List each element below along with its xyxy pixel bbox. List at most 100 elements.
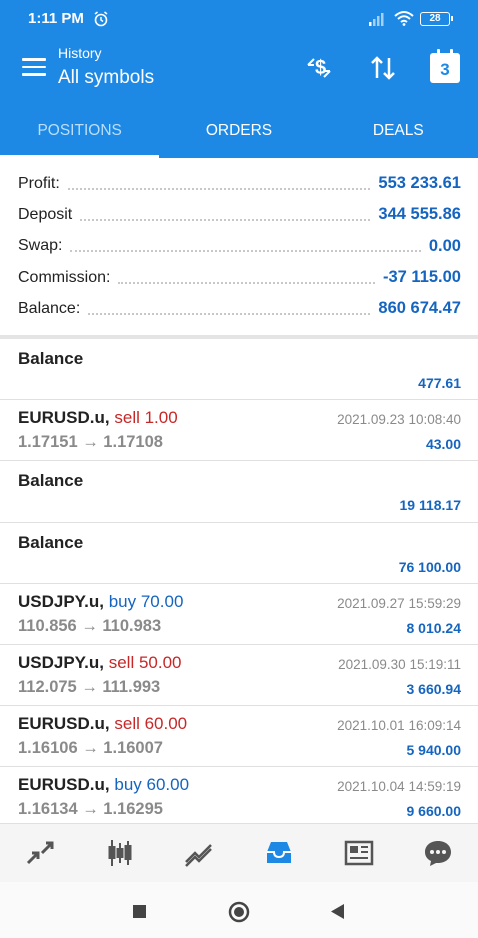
symbol-name: EURUSD.u, — [18, 408, 110, 428]
deal-profit: 3 660.94 — [406, 680, 462, 697]
deal-symbol: USDJPY.u, buy 70.00 — [18, 592, 183, 612]
summary-value: 344 555.86 — [378, 205, 461, 224]
summary-value: -37 115.00 — [383, 268, 461, 287]
deal-time: 2021.09.23 10:08:40 — [337, 412, 461, 428]
dotted-leader — [70, 240, 421, 253]
symbol-name: EURUSD.u, — [18, 714, 110, 734]
account-summary: Profit: 553 233.61 Deposit 344 555.86 Sw… — [0, 168, 478, 324]
list-item[interactable]: USDJPY.u, buy 70.00 110.856 → 110.983 20… — [0, 584, 478, 645]
sort-icon[interactable] — [367, 52, 399, 84]
list-item[interactable]: Balance 477.61 — [0, 339, 478, 401]
symbol-name: USDJPY.u, — [18, 591, 104, 611]
deal-time: 2021.09.27 15:59:29 — [337, 595, 461, 611]
quotes-icon — [26, 841, 54, 865]
summary-label: Swap: — [18, 237, 63, 255]
tab-orders[interactable]: ORDERS — [159, 100, 318, 158]
deal-profit: 8 010.24 — [406, 619, 462, 636]
nav-history[interactable] — [239, 824, 319, 882]
symbol-name: USDJPY.u, — [18, 652, 104, 672]
history-icon — [266, 842, 291, 863]
app-bar-subtitle: History — [58, 45, 102, 61]
home-icon[interactable] — [228, 901, 250, 923]
recent-apps-icon[interactable] — [132, 904, 147, 919]
summary-value: 860 674.47 — [378, 299, 461, 318]
summary-label: Balance: — [18, 299, 81, 317]
deal-symbol: USDJPY.u, sell 50.00 — [18, 653, 182, 673]
signal-icon — [369, 13, 384, 26]
status-bar: 1:11 PM 28 — [0, 0, 478, 38]
deal-side: sell 50.00 — [108, 652, 182, 672]
app-bar: History All symbols $ 3 — [0, 38, 478, 100]
dotted-leader — [88, 303, 371, 315]
deal-prices: 1.16134 → 1.16295 — [18, 800, 163, 819]
summary-value: 0.00 — [428, 236, 461, 255]
nav-chat[interactable] — [398, 824, 478, 882]
trade-icon — [185, 844, 213, 867]
deal-profit: 9 660.00 — [406, 803, 462, 820]
summary-value: 553 233.61 — [378, 174, 461, 193]
list-item[interactable]: EURUSD.u, sell 1.00 1.17151 → 1.17108 20… — [0, 400, 478, 462]
nav-chart[interactable] — [80, 824, 160, 882]
deal-time: 2021.10.04 14:59:19 — [337, 779, 461, 795]
menu-icon[interactable] — [22, 58, 46, 78]
deal-profit: 76 100.00 — [398, 558, 461, 575]
dotted-leader — [80, 209, 371, 221]
summary-row-commission: Commission: -37 115.00 — [0, 262, 478, 293]
summary-label: Commission: — [18, 268, 111, 286]
deal-title: Balance — [18, 471, 84, 491]
deal-profit: 19 118.17 — [399, 497, 461, 514]
deal-symbol: EURUSD.u, sell 60.00 — [18, 714, 187, 734]
status-time: 1:11 PM — [28, 10, 84, 27]
list-item[interactable]: Balance 76 100.00 — [0, 523, 478, 584]
deal-title: Balance — [18, 532, 84, 552]
deals-list: Balance 477.61 EURUSD.u, sell 1.00 1.171… — [0, 339, 478, 829]
nav-news[interactable] — [319, 824, 399, 882]
list-item[interactable]: EURUSD.u, sell 60.00 1.16106 → 1.16007 2… — [0, 706, 478, 768]
chat-icon — [425, 841, 452, 866]
currency-filter-icon[interactable]: $ — [303, 52, 335, 84]
deal-side: buy 70.00 — [108, 591, 184, 611]
news-icon — [344, 840, 373, 866]
deal-profit: 43.00 — [425, 436, 461, 453]
deal-prices: 110.856 → 110.983 — [18, 616, 162, 635]
chart-icon — [108, 840, 131, 866]
symbol-name: EURUSD.u, — [18, 775, 110, 795]
summary-label: Deposit — [18, 205, 73, 223]
symbol-filter[interactable]: All symbols — [58, 67, 154, 89]
list-item[interactable]: Balance 19 118.17 — [0, 461, 478, 523]
deal-prices: 1.17151 → 1.17108 — [18, 433, 163, 452]
calendar-icon[interactable]: 3 — [430, 49, 460, 83]
tab-bar: POSITIONS ORDERS DEALS — [0, 100, 478, 158]
deal-time: 2021.09.30 15:19:11 — [338, 656, 461, 672]
nav-quotes[interactable] — [0, 824, 80, 882]
summary-row-profit: Profit: 553 233.61 — [0, 168, 478, 199]
deal-profit: 5 940.00 — [406, 742, 462, 759]
deal-time: 2021.10.01 16:09:14 — [337, 718, 461, 734]
system-navigation-bar — [0, 882, 478, 938]
list-item[interactable]: USDJPY.u, sell 50.00 112.075 → 111.993 2… — [0, 645, 478, 707]
deal-profit: 477.61 — [418, 375, 461, 391]
summary-label: Profit: — [18, 174, 60, 192]
bottom-navigation — [0, 823, 478, 882]
summary-row-swap: Swap: 0.00 — [0, 231, 478, 262]
nav-trade[interactable] — [159, 824, 239, 882]
deal-prices: 112.075 → 111.993 — [18, 677, 161, 696]
deal-title: Balance — [18, 349, 84, 368]
summary-row-balance: Balance: 860 674.47 — [0, 293, 478, 324]
deal-prices: 1.16106 → 1.16007 — [18, 739, 163, 758]
alarm-icon — [94, 11, 108, 27]
wifi-icon — [394, 11, 414, 26]
back-icon[interactable] — [329, 903, 345, 920]
list-item[interactable]: EURUSD.u, buy 60.00 1.16134 → 1.16295 20… — [0, 767, 478, 828]
dotted-leader — [67, 178, 371, 190]
deal-side: buy 60.00 — [114, 775, 190, 795]
summary-row-deposit: Deposit 344 555.86 — [0, 199, 478, 230]
deal-side: sell 1.00 — [114, 408, 178, 428]
dotted-leader — [118, 272, 375, 284]
deal-symbol: EURUSD.u, buy 60.00 — [18, 775, 189, 795]
deal-side: sell 60.00 — [114, 714, 188, 734]
tab-deals[interactable]: DEALS — [319, 100, 478, 158]
tab-positions[interactable]: POSITIONS — [0, 100, 160, 158]
deal-symbol: EURUSD.u, sell 1.00 — [18, 408, 178, 428]
battery-indicator: 28 — [420, 12, 453, 26]
